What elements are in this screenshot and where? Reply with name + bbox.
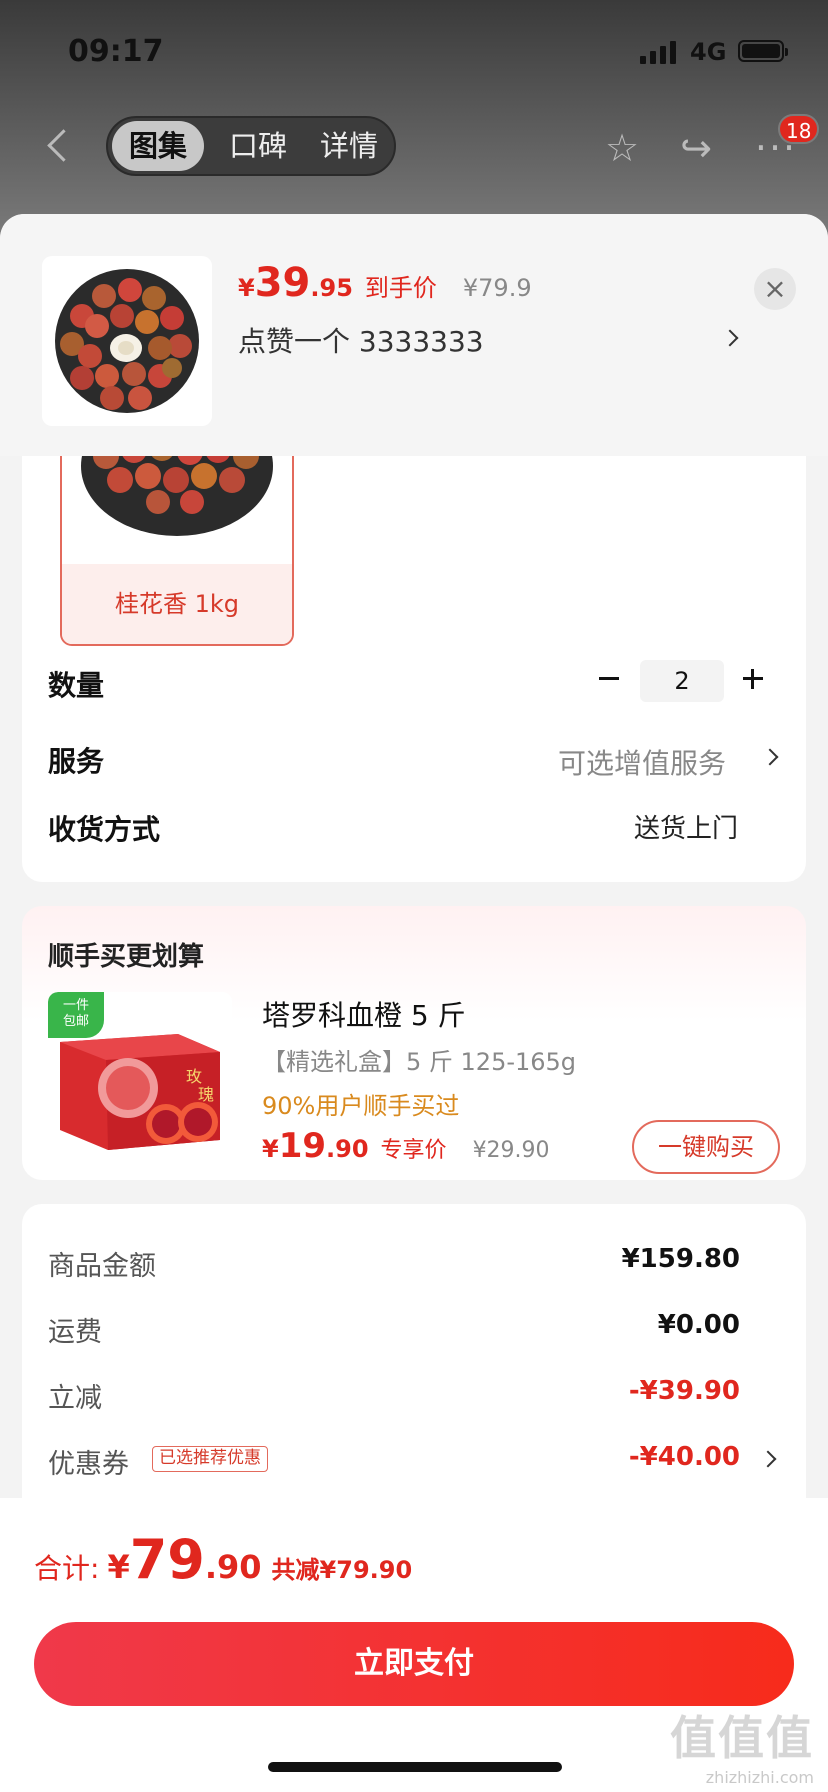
original-price: ¥29.90 bbox=[472, 1138, 550, 1163]
coupon-tag: 已选推荐优惠 bbox=[152, 1446, 268, 1472]
spec-label: 桂花香 1kg bbox=[62, 564, 292, 644]
spec-option[interactable]: 桂花香 1kg bbox=[60, 434, 294, 646]
upsell-card: 顺手买更划算 一件 包邮 玫 瑰 塔罗科血橙 5 斤 【精选礼盒】5 斤 125… bbox=[22, 906, 806, 1180]
quantity-input[interactable]: 2 bbox=[640, 660, 724, 702]
view-tabs: 图集 口碑 详情 bbox=[106, 116, 396, 176]
header-price: ¥ 39 .95 到手价 ¥79.9 bbox=[238, 260, 532, 306]
price-decimal: .90 bbox=[326, 1135, 369, 1163]
summary-value[interactable]: -¥40.00 bbox=[629, 1442, 740, 1472]
free-shipping-tag: 一件 包邮 bbox=[48, 992, 104, 1038]
chevron-right-icon[interactable] bbox=[722, 322, 746, 352]
service-value[interactable]: 可选增值服务 bbox=[558, 742, 726, 782]
svg-text:瑰: 瑰 bbox=[198, 1085, 214, 1104]
checkout-footer: 合计: ¥ 79 .90 共减¥79.90 立即支付 值值值 zhizhizhi… bbox=[0, 1498, 828, 1792]
chevron-right-icon[interactable] bbox=[764, 742, 784, 772]
summary-label: 立减 bbox=[48, 1383, 102, 1414]
signal-icon bbox=[640, 40, 676, 64]
price-tag: 到手价 bbox=[364, 274, 437, 302]
quantity-minus-button[interactable] bbox=[596, 664, 626, 694]
tab-details[interactable]: 详情 bbox=[308, 118, 390, 174]
watermark: 值值值 zhizhizhi.com bbox=[670, 1702, 814, 1787]
chevron-right-icon[interactable] bbox=[762, 1444, 782, 1474]
product-header: ¥ 39 .95 到手价 ¥79.9 点赞一个 3333333 × bbox=[0, 214, 828, 456]
options-card: 桂花香 1kg 数量 2 服务 可选增值服务 收货方式 送货上门 bbox=[22, 384, 806, 882]
svg-text:玫: 玫 bbox=[186, 1067, 202, 1086]
one-click-buy-button[interactable]: 一键购买 bbox=[632, 1120, 780, 1174]
upsell-title: 顺手买更划算 bbox=[48, 942, 205, 972]
price-symbol: ¥ bbox=[238, 274, 255, 302]
total-integer: 79 bbox=[129, 1528, 205, 1591]
original-price: ¥79.9 bbox=[462, 274, 532, 302]
share-icon[interactable]: ↪ bbox=[672, 124, 720, 172]
upsell-price: ¥ 19 .90 专享价 ¥29.90 bbox=[262, 1126, 550, 1166]
price-integer: 39 bbox=[254, 260, 311, 306]
upsell-product-name[interactable]: 塔罗科血橙 5 斤 bbox=[262, 994, 466, 1034]
pay-now-button[interactable]: 立即支付 bbox=[34, 1622, 794, 1706]
upsell-product-spec: 【精选礼盒】5 斤 125-165g bbox=[262, 1048, 577, 1076]
summary-label: 运费 bbox=[48, 1317, 102, 1348]
price-decimal: .95 bbox=[310, 274, 353, 302]
summary-label: 商品金额 bbox=[48, 1251, 156, 1282]
close-button[interactable]: × bbox=[754, 268, 796, 310]
summary-value: ¥159.80 bbox=[621, 1244, 740, 1274]
service-label: 服务 bbox=[48, 745, 105, 778]
more-badge: 18 bbox=[778, 114, 820, 144]
delivery-label: 收货方式 bbox=[48, 813, 161, 846]
upsell-social-proof: 90%用户顺手买过 bbox=[262, 1092, 460, 1120]
tab-reviews[interactable]: 口碑 bbox=[218, 118, 298, 174]
network-label: 4G bbox=[690, 38, 727, 66]
total-label: 合计: bbox=[34, 1552, 100, 1585]
quantity-plus-button[interactable] bbox=[740, 664, 770, 694]
back-icon[interactable] bbox=[40, 126, 74, 166]
tab-gallery[interactable]: 图集 bbox=[112, 121, 204, 171]
summary-value: ¥0.00 bbox=[657, 1310, 740, 1340]
status-time: 09:17 bbox=[68, 34, 164, 69]
status-bar: 09:17 4G bbox=[0, 0, 828, 100]
price-symbol: ¥ bbox=[262, 1135, 279, 1163]
upsell-product-image[interactable]: 一件 包邮 玫 瑰 bbox=[48, 992, 232, 1158]
quantity-label: 数量 bbox=[48, 669, 105, 702]
delivery-value[interactable]: 送货上门 bbox=[634, 808, 738, 845]
star-icon[interactable]: ☆ bbox=[598, 124, 646, 172]
watermark-logo: 值值值 bbox=[670, 1711, 814, 1765]
total-decimal: .90 bbox=[204, 1548, 262, 1586]
total-savings: 共减¥79.90 bbox=[271, 1556, 413, 1584]
product-thumbnail bbox=[42, 256, 212, 426]
watermark-url: zhizhizhi.com bbox=[705, 1768, 814, 1787]
total-symbol: ¥ bbox=[107, 1548, 130, 1586]
summary-label[interactable]: 优惠券 bbox=[48, 1442, 129, 1481]
price-integer: 19 bbox=[278, 1126, 327, 1166]
summary-value: -¥39.90 bbox=[628, 1376, 740, 1406]
price-summary-card: 商品金额 ¥159.80 运费 ¥0.00 立减 -¥39.90 优惠券 已选推… bbox=[22, 1204, 806, 1524]
liked-text[interactable]: 点赞一个 3333333 bbox=[238, 320, 484, 360]
total-price: 合计: ¥ 79 .90 共减¥79.90 bbox=[34, 1528, 412, 1591]
battery-icon bbox=[738, 40, 788, 62]
price-tag: 专享价 bbox=[380, 1138, 447, 1163]
home-indicator[interactable] bbox=[268, 1762, 562, 1772]
